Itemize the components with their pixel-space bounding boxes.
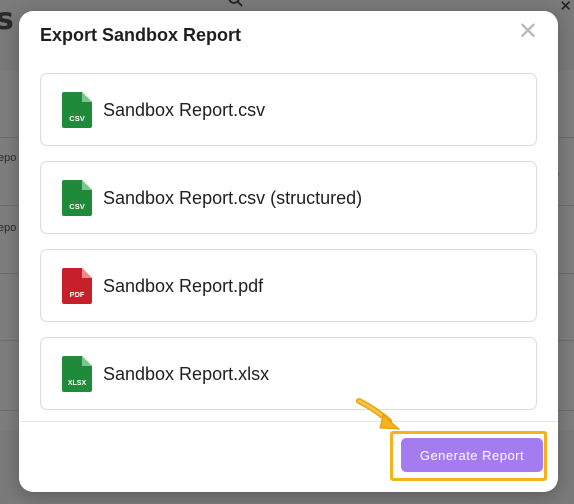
csv-file-icon: CSV (62, 180, 92, 216)
file-name: Sandbox Report.pdf (103, 276, 264, 296)
pointer-arrow-icon (356, 398, 401, 430)
pdf-file-icon: PDF (62, 268, 92, 304)
file-name: Sandbox Report.csv (structured) (103, 188, 363, 208)
file-option-csv-structured[interactable]: CSV Sandbox Report.csv (structured) (40, 161, 537, 234)
background-close-icon: ✕ (559, 0, 572, 15)
file-name: Sandbox Report.xlsx (103, 364, 270, 384)
file-option-xlsx[interactable]: XLSX Sandbox Report.xlsx (40, 337, 537, 410)
footer-divider (19, 421, 558, 422)
background-row-text: epo (0, 222, 17, 234)
file-name: Sandbox Report.csv (103, 100, 266, 120)
file-badge: XLSX (68, 380, 87, 387)
export-dialog: Export Sandbox Report ✕ CSV Sandbox Repo… (19, 11, 558, 492)
file-badge: CSV (69, 202, 84, 211)
file-option-pdf[interactable]: PDF Sandbox Report.pdf (40, 249, 537, 322)
xlsx-file-icon: XLSX (62, 356, 92, 392)
dialog-title: Export Sandbox Report (40, 25, 242, 45)
close-icon[interactable]: ✕ (518, 20, 538, 44)
generate-report-button[interactable]: Generate Report (401, 438, 543, 472)
search-icon (228, 0, 243, 7)
file-option-csv[interactable]: CSV Sandbox Report.csv (40, 73, 537, 146)
file-format-list: CSV Sandbox Report.csv CSV Sandbox Repor… (40, 73, 537, 425)
csv-file-icon: CSV (62, 92, 92, 128)
background-row-text: epo (0, 152, 17, 164)
file-badge: PDF (70, 290, 85, 299)
background-heading: s (0, 2, 14, 37)
file-badge: CSV (69, 114, 84, 123)
